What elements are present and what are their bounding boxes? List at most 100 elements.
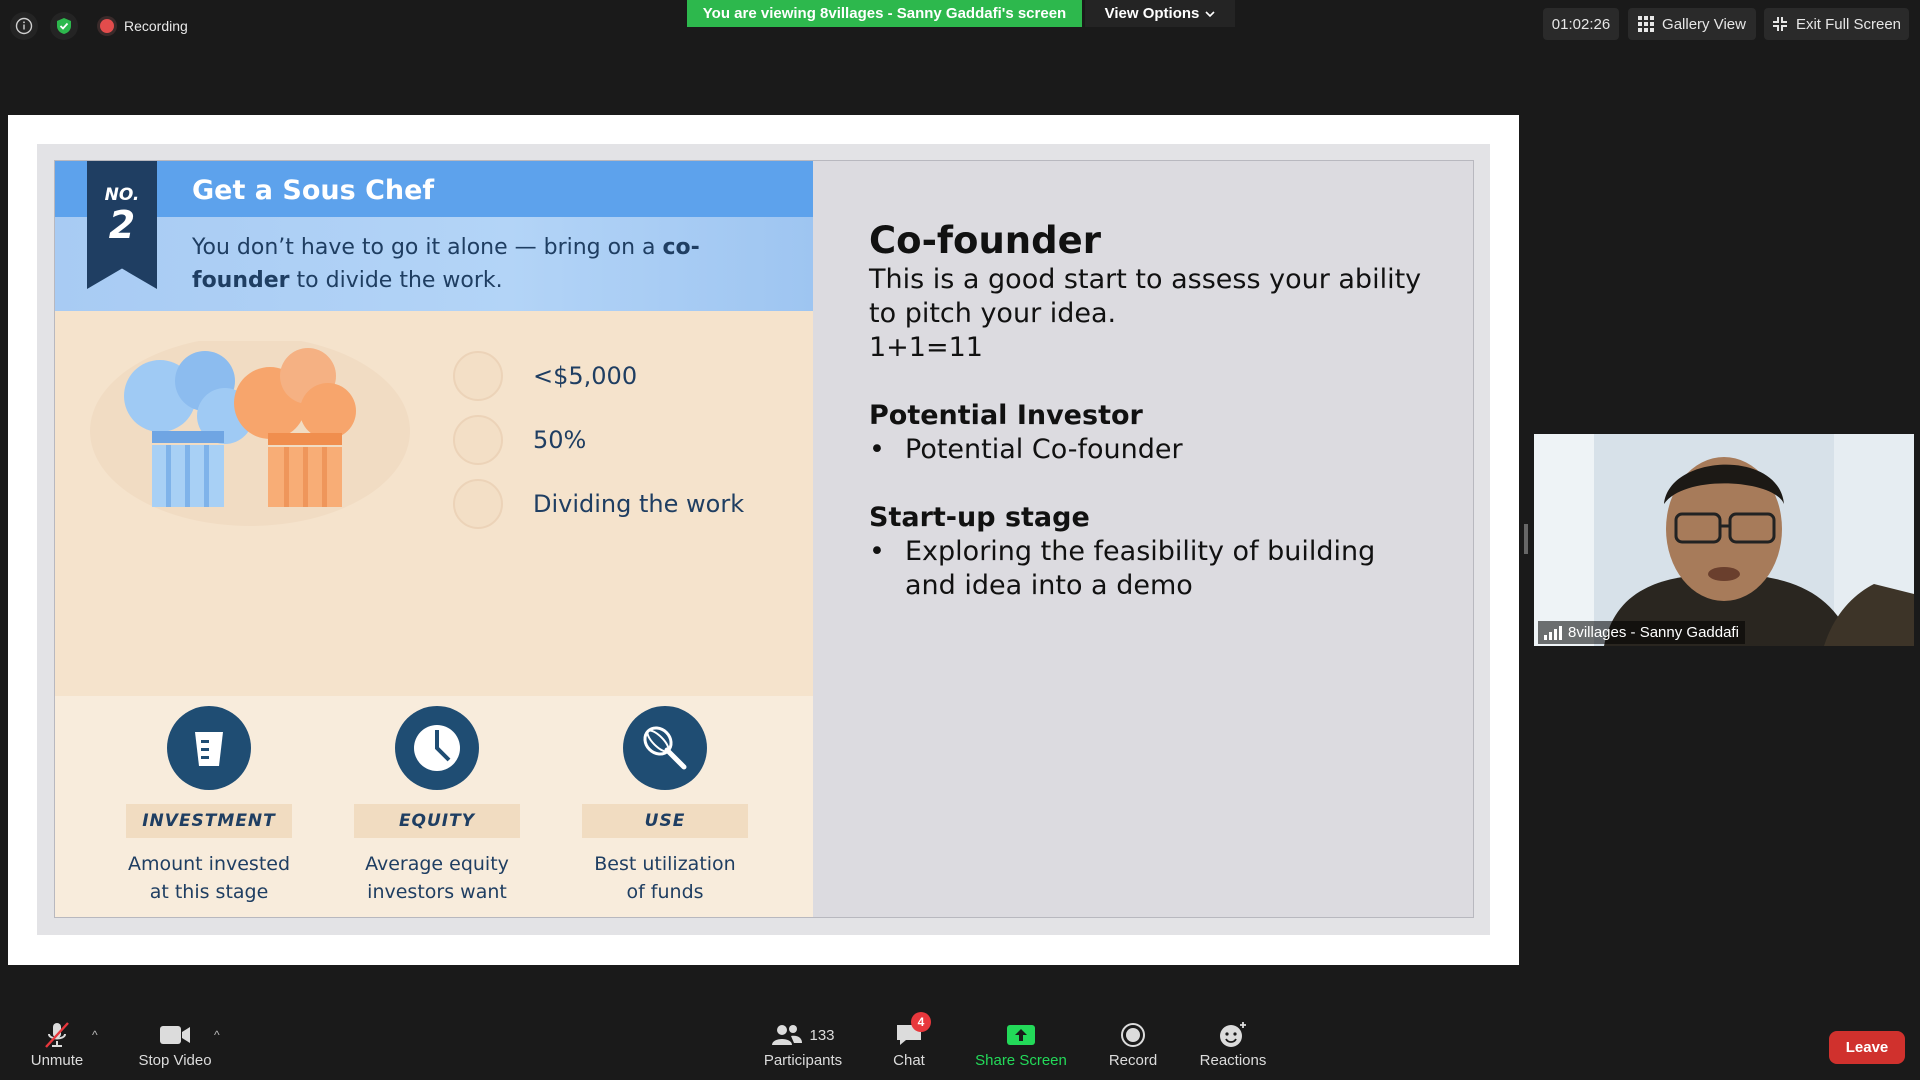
legend-use-tag: USE	[582, 804, 748, 838]
legend-investment-tag: INVESTMENT	[126, 804, 292, 838]
exit-fullscreen-icon	[1772, 17, 1787, 31]
infographic-title: Get a Sous Chef	[192, 175, 435, 206]
clock-icon	[395, 706, 479, 790]
slide-text: Co-founder This is a good start to asses…	[869, 219, 1429, 603]
legend-investment-desc-line1: Amount invested	[127, 853, 291, 875]
measuring-cup-icon	[453, 351, 503, 401]
legend-equity-desc-line1: Average equity	[365, 853, 509, 875]
chevron-down-icon	[1205, 10, 1215, 17]
legend-equity-desc: Average equity investors want	[352, 850, 522, 906]
legend-use: USE Best utilization of funds	[580, 696, 750, 906]
video-camera-icon	[160, 1026, 190, 1044]
record-icon	[1121, 1023, 1145, 1047]
ribbon-number: 2	[108, 203, 136, 247]
participant-name-label: 8villages - Sanny Gaddafi	[1538, 621, 1745, 644]
whisk-icon	[453, 479, 503, 529]
stat-equity-row: 50%	[453, 415, 586, 465]
grid-icon	[1638, 16, 1655, 32]
reactions-label: Reactions	[1199, 1052, 1267, 1069]
bullet-text-line2: and idea into a demo	[905, 570, 1193, 601]
measuring-cup-icon	[167, 706, 251, 790]
gallery-view-button[interactable]: Gallery View	[1628, 8, 1756, 40]
whisk-icon	[623, 706, 707, 790]
microphone-muted-icon	[45, 1022, 69, 1048]
stat-investment-value: <$5,000	[533, 362, 638, 390]
bullet-text-line1: Exploring the feasibility of building	[905, 536, 1376, 567]
clock-icon	[453, 415, 503, 465]
info-icon	[15, 17, 33, 35]
unmute-button[interactable]: Unmute	[22, 1018, 92, 1078]
participants-label: Participants	[763, 1052, 843, 1069]
gallery-view-label: Gallery View	[1662, 15, 1746, 33]
slide-content: NO. 2 Get a Sous Chef You don’t have to …	[54, 160, 1474, 918]
legend-investment-desc: Amount invested at this stage	[124, 850, 294, 906]
chat-unread-badge: 4	[911, 1012, 931, 1032]
recording-indicator[interactable]: Recording	[100, 18, 188, 34]
chat-label: Chat	[893, 1052, 925, 1069]
share-screen-icon	[1007, 1025, 1035, 1045]
stop-video-label: Stop Video	[138, 1052, 212, 1069]
subtitle-part2: to divide the work.	[296, 268, 503, 293]
share-screen-label: Share Screen	[975, 1052, 1067, 1069]
infographic-header: NO. 2 Get a Sous Chef You don’t have to …	[55, 161, 813, 311]
legend-equity-desc-line2: investors want	[367, 881, 507, 903]
participants-icon	[772, 1025, 803, 1045]
bullet-marker: •	[869, 536, 885, 567]
legend-equity: EQUITY Average equity investors want	[352, 696, 522, 906]
unmute-label: Unmute	[30, 1052, 84, 1069]
record-label: Record	[1108, 1052, 1158, 1069]
reactions-smiley-icon	[1220, 1022, 1246, 1047]
chef-hats-illustration	[90, 341, 410, 526]
legend-equity-tag: EQUITY	[354, 804, 520, 838]
signal-strength-icon	[1544, 625, 1562, 640]
legend-use-desc: Best utilization of funds	[580, 850, 750, 906]
slide: NO. 2 Get a Sous Chef You don’t have to …	[37, 144, 1490, 935]
shield-check-icon	[57, 18, 71, 34]
legend-use-desc-line1: Best utilization	[594, 853, 736, 875]
participant-video-tile[interactable]: 8villages - Sanny Gaddafi	[1534, 434, 1914, 646]
infographic-body: <$5,000 50% Dividing the work	[55, 311, 813, 696]
participant-name: 8villages - Sanny Gaddafi	[1568, 624, 1739, 641]
participant-video-frame	[1534, 434, 1914, 646]
shared-screen[interactable]: NO. 2 Get a Sous Chef You don’t have to …	[8, 115, 1519, 965]
chat-button[interactable]: 4 Chat	[886, 1012, 932, 1078]
stat-equity-value: 50%	[533, 426, 587, 454]
encryption-button[interactable]	[50, 12, 78, 40]
slide-line-3: 1+1=11	[869, 332, 983, 363]
slide-heading-investor: Potential Investor	[869, 400, 1143, 431]
panel-resize-handle[interactable]	[1524, 524, 1528, 554]
meeting-info-button[interactable]	[10, 12, 38, 40]
bullet-text: Potential Co-founder	[905, 434, 1183, 465]
participants-count: 133	[809, 1026, 835, 1044]
legend-investment-desc-line2: at this stage	[149, 881, 269, 903]
number-ribbon: NO. 2	[87, 161, 157, 289]
share-screen-button[interactable]: Share Screen	[970, 1018, 1072, 1078]
stop-video-button[interactable]: Stop Video	[131, 1018, 219, 1078]
subtitle-part1: You don’t have to go it alone — bring on…	[192, 235, 656, 260]
video-options-caret-icon[interactable]: ^	[214, 1028, 220, 1042]
view-options-button[interactable]: View Options	[1085, 0, 1235, 27]
legend-investment: INVESTMENT Amount invested at this stage	[124, 696, 294, 906]
leave-meeting-button[interactable]: Leave	[1829, 1031, 1905, 1064]
stat-use-row: Dividing the work	[453, 479, 744, 529]
slide-line-2: to pitch your idea.	[869, 298, 1117, 329]
slide-title: Co-founder	[869, 219, 1101, 262]
bullet-text: Exploring the feasibility of building an…	[905, 535, 1375, 603]
recording-dot-icon	[100, 19, 114, 33]
record-button[interactable]: Record	[1100, 1018, 1166, 1078]
bullet-marker: •	[869, 434, 885, 465]
stat-investment-row: <$5,000	[453, 351, 637, 401]
reactions-button[interactable]: Reactions	[1194, 1018, 1272, 1078]
infographic-panel: NO. 2 Get a Sous Chef You don’t have to …	[55, 161, 813, 917]
exit-full-screen-button[interactable]: Exit Full Screen	[1764, 8, 1909, 40]
participants-button[interactable]: 133 Participants	[760, 1018, 846, 1078]
slide-bullet-feasibility: • Exploring the feasibility of building …	[869, 535, 1429, 603]
infographic-subtitle: You don’t have to go it alone — bring on…	[192, 231, 732, 297]
infographic-legend: INVESTMENT Amount invested at this stage	[55, 696, 813, 917]
legend-use-desc-line2: of funds	[626, 881, 704, 903]
meeting-status-group: Recording	[10, 12, 188, 40]
audio-options-caret-icon[interactable]: ^	[92, 1028, 98, 1042]
meeting-timer: 01:02:26	[1543, 8, 1619, 40]
meeting-toolbar: Unmute ^ Stop Video ^ 133 Participants 4…	[0, 1010, 1920, 1080]
exit-full-screen-label: Exit Full Screen	[1795, 15, 1902, 33]
